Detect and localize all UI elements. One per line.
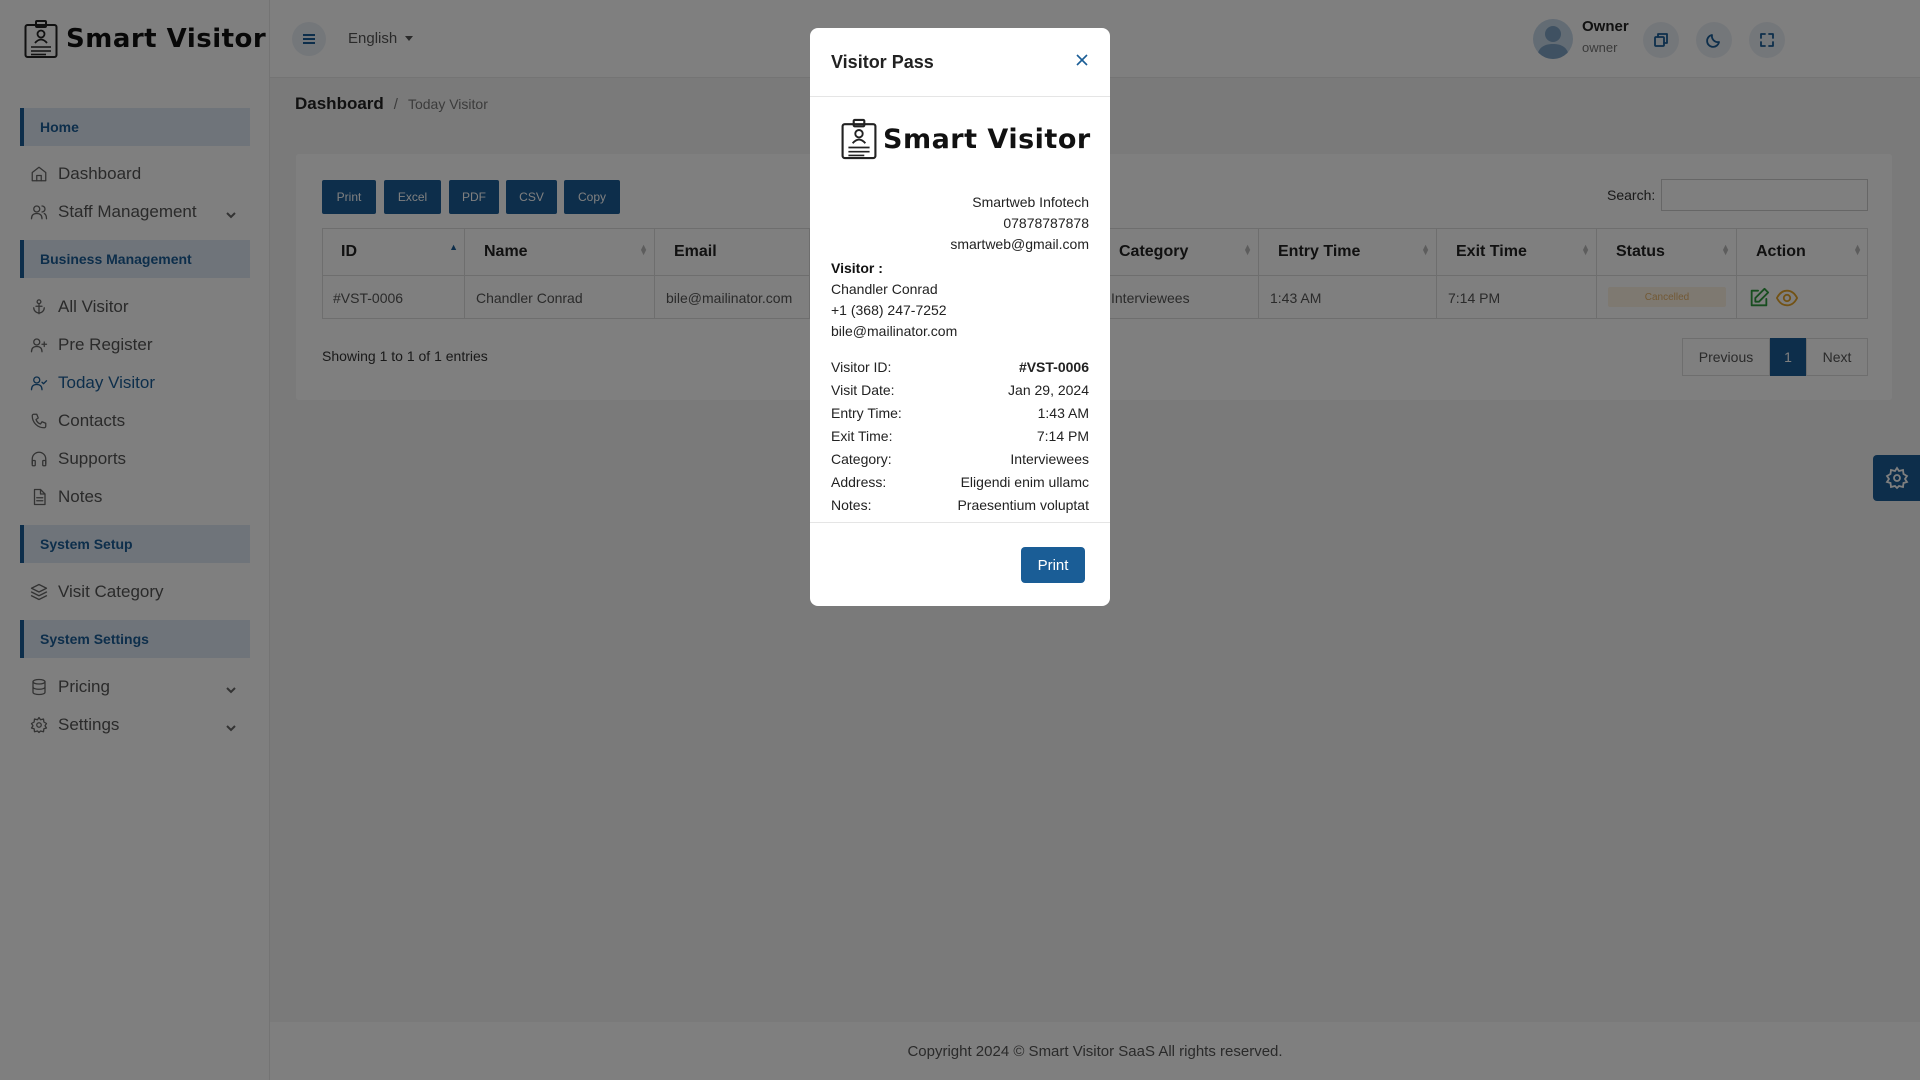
detail-value-visit-date: Jan 29, 2024 — [1008, 382, 1089, 398]
pass-logo: Smart Visitor — [841, 117, 1091, 161]
visitor-name: Chandler Conrad — [831, 281, 938, 297]
detail-value-visitor-id: #VST-0006 — [1018, 359, 1089, 375]
visitor-phone: +1 (368) 247-7252 — [831, 302, 947, 318]
id-card-logo-icon — [841, 118, 877, 160]
visitor-email: bile@mailinator.com — [831, 323, 958, 339]
detail-value-entry-time: 1:43 AM — [1037, 405, 1089, 421]
detail-value-address: Eligendi enim ullamc — [960, 474, 1089, 490]
detail-value-category: Interviewees — [1010, 451, 1089, 467]
detail-label-notes: Notes: — [831, 497, 872, 513]
detail-label-entry-time: Entry Time: — [831, 405, 902, 421]
visitor-pass-modal: Visitor Pass Smart Visitor Smartweb Info… — [810, 28, 1110, 606]
modal-title: Visitor Pass — [831, 52, 934, 72]
detail-value-notes: Praesentium voluptat — [957, 497, 1089, 513]
detail-label-address: Address: — [831, 474, 887, 490]
detail-label-category: Category: — [831, 451, 892, 467]
print-pass-button[interactable]: Print — [1021, 547, 1085, 583]
company-phone: 07878787878 — [1003, 215, 1089, 231]
divider — [810, 522, 1110, 523]
pass-logo-text: Smart Visitor — [883, 123, 1091, 155]
company-name: Smartweb Infotech — [972, 194, 1089, 210]
detail-label-visitor-id: Visitor ID: — [831, 359, 892, 375]
close-icon — [1076, 54, 1088, 66]
close-button[interactable] — [1072, 50, 1092, 70]
detail-label-exit-time: Exit Time: — [831, 428, 893, 444]
detail-label-visit-date: Visit Date: — [831, 382, 895, 398]
divider — [810, 96, 1110, 97]
company-email: smartweb@gmail.com — [950, 236, 1089, 252]
detail-value-exit-time: 7:14 PM — [1036, 428, 1089, 444]
visitor-heading: Visitor : — [831, 260, 883, 276]
